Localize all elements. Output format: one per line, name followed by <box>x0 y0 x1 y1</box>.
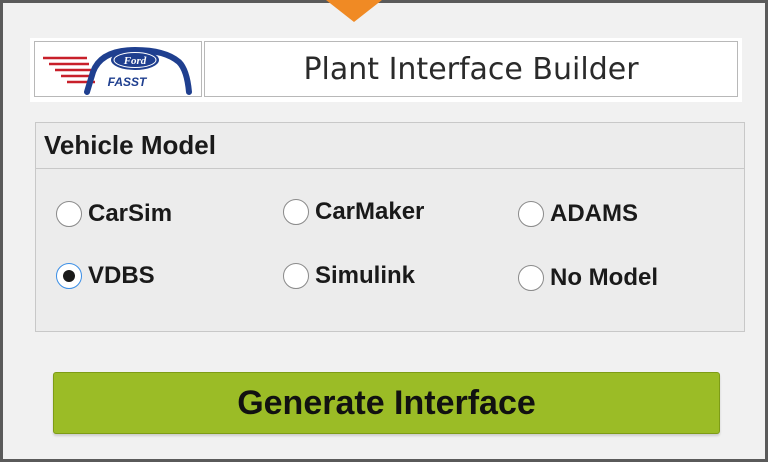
header: Ford FASST Plant Interface Builder <box>30 38 742 102</box>
radio-adams[interactable]: ADAMS <box>518 200 638 228</box>
radio-label: CarMaker <box>315 198 425 225</box>
radio-label: VDBS <box>88 262 155 289</box>
app-title: Plant Interface Builder <box>204 41 738 97</box>
radio-circle-icon[interactable] <box>56 201 82 227</box>
radio-label: Simulink <box>315 262 416 289</box>
radio-circle-icon[interactable] <box>283 263 309 289</box>
radio-label: ADAMS <box>550 200 638 227</box>
generate-interface-button[interactable]: Generate Interface <box>53 372 720 434</box>
radio-no-model[interactable]: No Model <box>518 264 658 292</box>
fasst-logo: Ford FASST <box>34 41 202 97</box>
radio-label: CarSim <box>88 200 173 227</box>
ford-logo-text: Ford <box>123 55 147 67</box>
radio-carmaker[interactable]: CarMaker <box>283 198 424 226</box>
radio-circle-icon[interactable] <box>283 199 309 225</box>
pointer-arrow-icon <box>326 0 382 22</box>
vehicle-model-panel: Vehicle Model CarSim CarMaker ADAMS VDBS… <box>35 122 745 332</box>
fasst-logo-text: FASST <box>108 75 148 89</box>
vehicle-model-title: Vehicle Model <box>36 123 744 169</box>
radio-vdbs[interactable]: VDBS <box>56 262 155 290</box>
radio-simulink[interactable]: Simulink <box>283 262 415 290</box>
radio-carsim[interactable]: CarSim <box>56 200 172 228</box>
radio-selected-dot-icon <box>63 270 75 282</box>
radio-circle-icon[interactable] <box>518 201 544 227</box>
radio-circle-icon[interactable] <box>56 263 82 289</box>
radio-circle-icon[interactable] <box>518 265 544 291</box>
radio-label: No Model <box>550 264 658 291</box>
